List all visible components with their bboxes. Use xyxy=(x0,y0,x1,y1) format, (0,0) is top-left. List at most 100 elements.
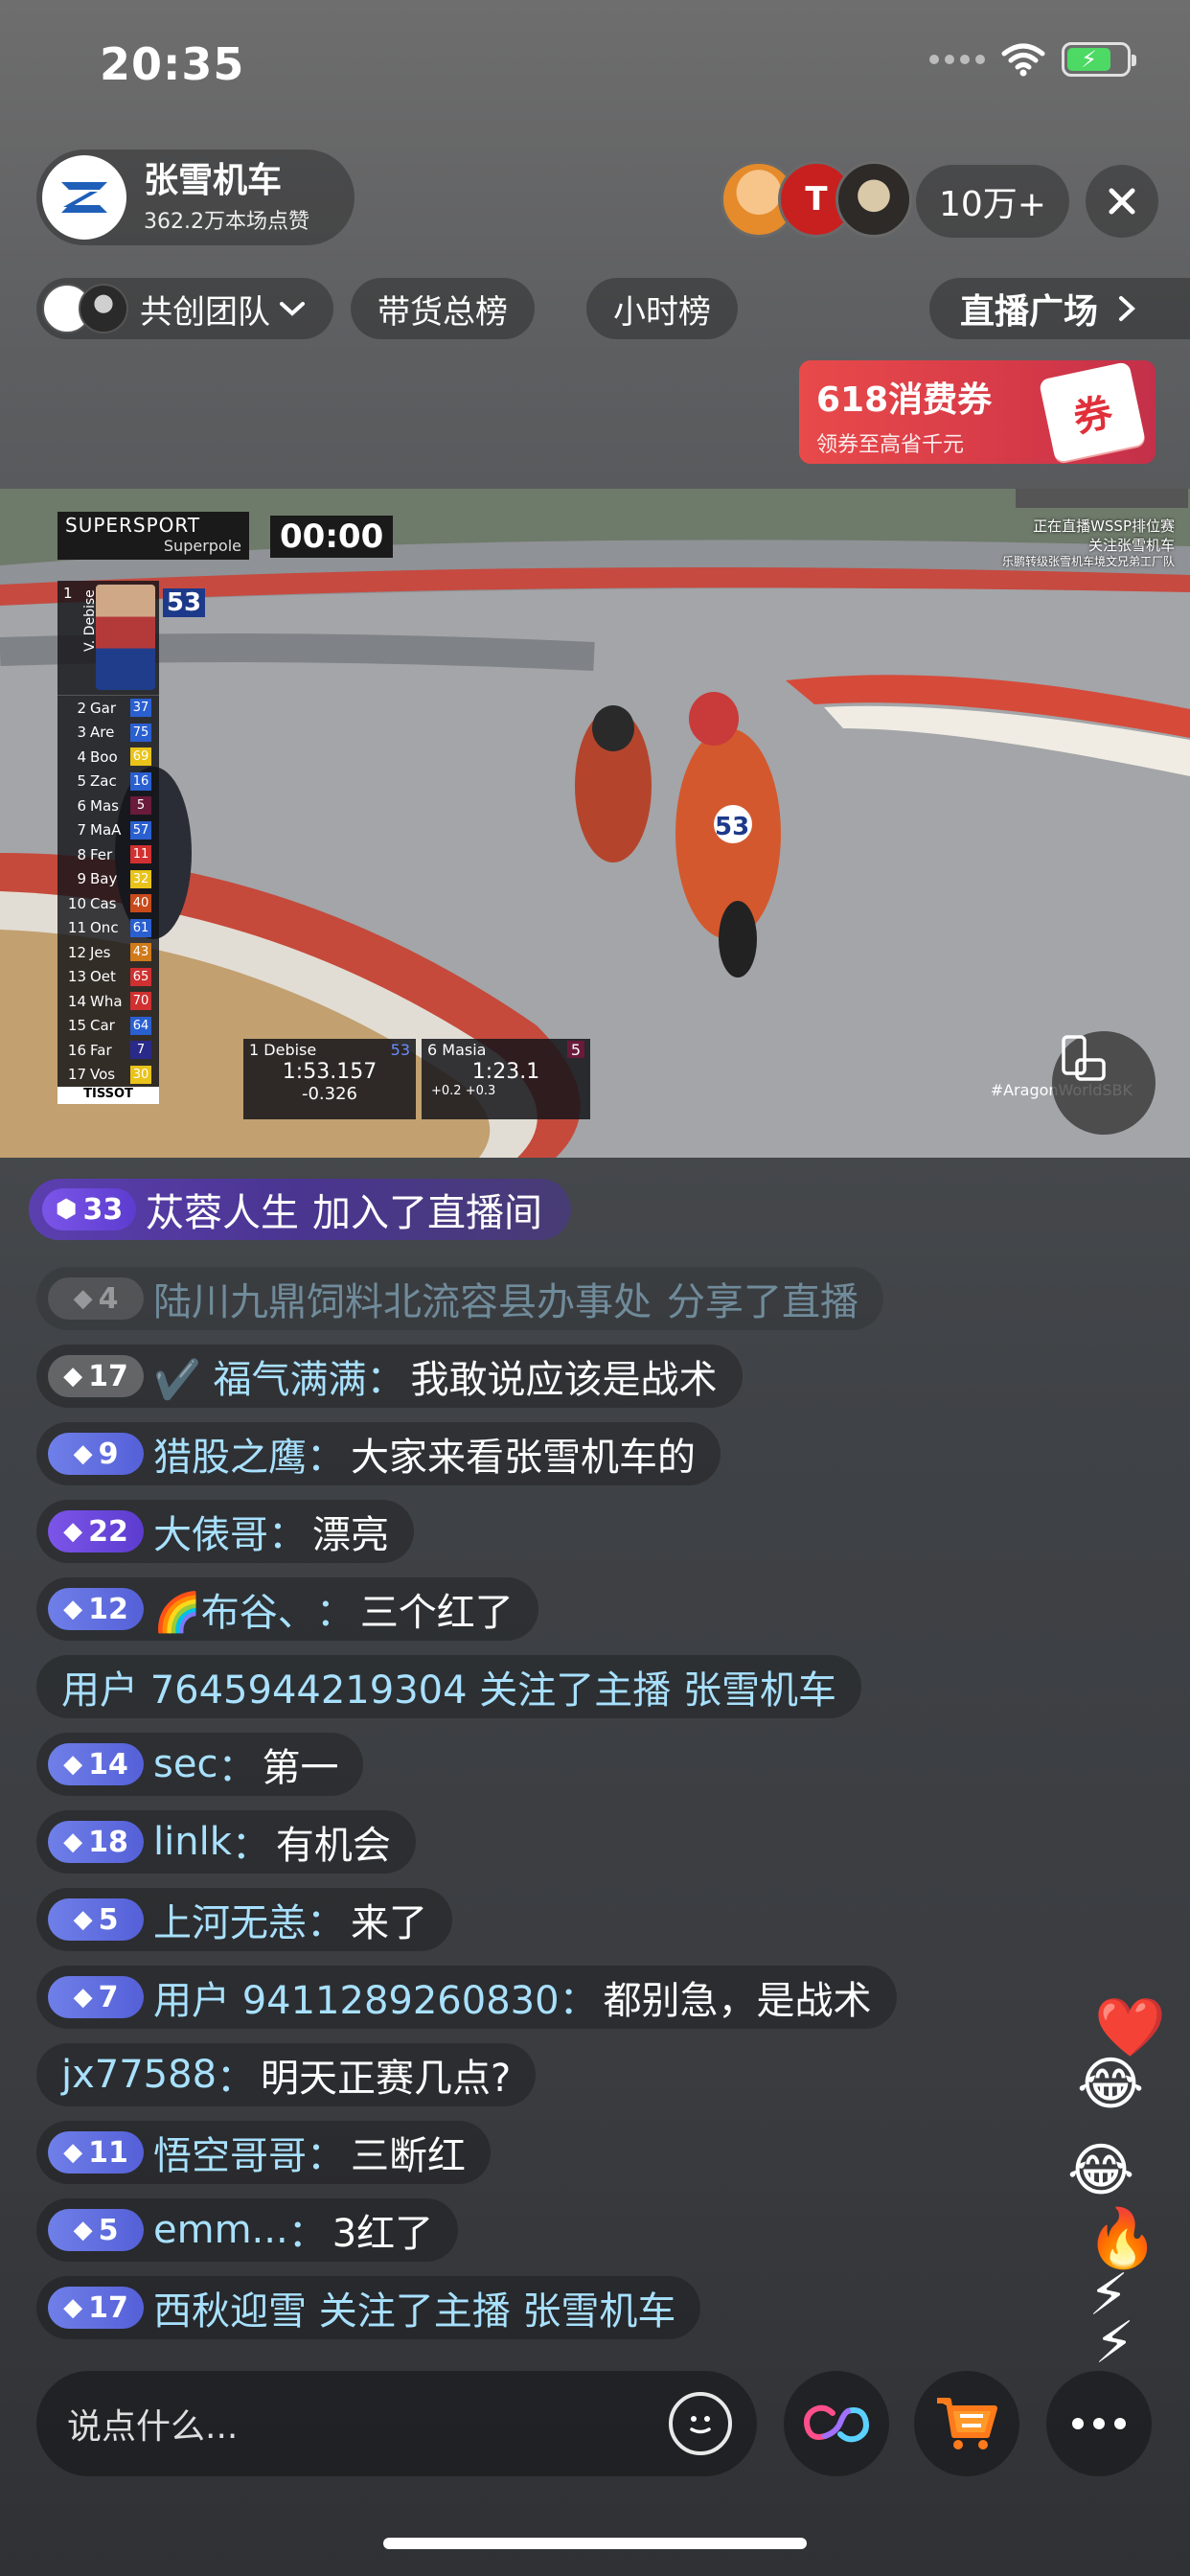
level-badge: ◆ 17 xyxy=(48,2287,144,2329)
gem-icon: ◆ xyxy=(63,1595,83,1623)
gem-icon: ◆ xyxy=(73,1284,93,1313)
chat-message[interactable]: ◆ 7 用户 9411289260830：都别急，是战术 xyxy=(36,1966,897,2029)
chat-message[interactable]: ◆ 5 上河无恙：来了 xyxy=(36,1888,452,1951)
team-chip[interactable]: 共创团队 xyxy=(36,278,333,339)
sales-rank-label: 带货总榜 xyxy=(378,292,508,332)
status-time: 20:35 xyxy=(100,38,245,90)
chevron-right-icon xyxy=(1119,296,1135,321)
sales-rank-chip[interactable]: 带货总榜 xyxy=(351,278,535,339)
row-position: 3 xyxy=(77,724,86,742)
row-rider: Jes xyxy=(90,943,111,961)
chat-username[interactable]: 🌈布谷、 xyxy=(153,1581,316,1637)
row-position: 11 xyxy=(67,919,86,937)
level-number: 5 xyxy=(98,2213,119,2247)
row-position: 14 xyxy=(67,992,86,1010)
viewer-count[interactable]: 10万+ xyxy=(916,165,1069,238)
level-badge: ◆ 17 xyxy=(48,1355,144,1397)
row-number: 57 xyxy=(130,820,151,840)
chat-message[interactable]: ◆ 14 sec：第一 xyxy=(36,1733,364,1796)
chat-message[interactable]: ◆ 17 ✔️ 福气满满：我敢说应该是战术 xyxy=(36,1345,743,1408)
home-indicator[interactable] xyxy=(383,2538,807,2549)
chat-username[interactable]: 用户 9411289260830 xyxy=(153,1969,560,2025)
row-position: 5 xyxy=(77,772,86,791)
timing-right-number: 5 xyxy=(566,1041,584,1059)
coupon-banner[interactable]: 618消费券 领券至高省千元 券 xyxy=(799,360,1156,464)
join-user: 苁蓉人生 xyxy=(146,1191,299,1235)
row-position: 7 xyxy=(77,821,86,840)
chat-username[interactable]: 陆川九鼎饲料北流容县办事处 xyxy=(153,1271,652,1326)
chat-username[interactable]: 猎股之鹰 xyxy=(153,1426,307,1482)
live-video[interactable]: SUPERSPORT Superpole 00:00 1 V. Debise 5… xyxy=(0,489,1190,1158)
live-plaza-label: 直播广场 xyxy=(960,292,1099,332)
chat-message[interactable]: ◆ 4 陆川九鼎饲料北流容县办事处 分享了直播 xyxy=(36,1267,883,1330)
host-card[interactable]: 张雪机车 362.2万本场点赞 xyxy=(36,150,355,245)
level-number: 22 xyxy=(88,1514,128,1549)
battery-icon: ⚡ xyxy=(1062,42,1136,77)
chat-username[interactable]: 上河无恙 xyxy=(153,1892,307,1947)
link-button[interactable] xyxy=(784,2371,889,2476)
row-position: 12 xyxy=(67,943,86,961)
chat-username[interactable]: 西秋迎雪 关注了主播 张雪机车 xyxy=(153,2280,675,2335)
gem-icon: ◆ xyxy=(63,2293,83,2322)
row-number: 32 xyxy=(130,869,151,888)
chat-username[interactable]: 用户 7645944219304 关注了主播 张雪机车 xyxy=(61,1659,836,1714)
chat-message[interactable]: jx77588：明天正赛几点? xyxy=(36,2043,537,2106)
chat-username[interactable]: ✔️ 福气满满 xyxy=(153,1348,367,1404)
gem-icon: ◆ xyxy=(63,1517,83,1546)
leaderboard-row: 4 Boo 69 xyxy=(57,745,159,770)
row-rider: Oet xyxy=(90,968,116,986)
emoji-button[interactable] xyxy=(669,2392,732,2455)
chat-username[interactable]: jx77588 xyxy=(61,2053,217,2097)
chat-username[interactable]: emm... xyxy=(153,2208,288,2252)
chat-username[interactable]: sec xyxy=(153,1742,217,1786)
chevron-down-icon xyxy=(280,302,305,316)
host-avatar[interactable] xyxy=(42,155,126,240)
row-number: 61 xyxy=(130,918,151,937)
level-badge: ◆ 7 xyxy=(48,1976,144,2018)
chat-message[interactable]: 用户 7645944219304 关注了主播 张雪机车 xyxy=(36,1655,861,1718)
level-number: 5 xyxy=(98,1902,119,1937)
cart-button[interactable] xyxy=(914,2371,1019,2476)
level-badge: ⬢ 33 xyxy=(42,1188,136,1230)
gem-icon: ◆ xyxy=(73,2216,93,2244)
leaderboard-rows: 2 Gar 37 3 Are 75 4 Boo 69 5 Zac 16 6 Mas 5 7 MaA 57 8 Fer 1… xyxy=(57,696,159,1087)
leaderboard-row: 5 Zac 16 xyxy=(57,770,159,794)
viewer-avatar[interactable] xyxy=(835,161,912,238)
chat-message[interactable]: ◆ 17 西秋迎雪 关注了主播 张雪机车 xyxy=(36,2276,701,2339)
zhangxue-logo-icon xyxy=(61,182,107,213)
close-button[interactable] xyxy=(1086,165,1158,238)
chat-message[interactable]: ◆ 12 🌈布谷、：三个红了 xyxy=(36,1577,538,1641)
comment-input[interactable]: 说点什么... xyxy=(36,2371,757,2476)
chat-username[interactable]: linlk xyxy=(153,1820,232,1864)
link-icon xyxy=(804,2404,869,2443)
chat-message[interactable]: ◆ 11 悟空哥哥：三断红 xyxy=(36,2121,491,2184)
chat-username[interactable]: 悟空哥哥 xyxy=(153,2125,307,2180)
row-number: 37 xyxy=(130,699,151,718)
leaderboard: 1 V. Debise 53 2 Gar 37 3 Are 75 4 Boo 69 5 Zac 16 6… xyxy=(57,581,205,1104)
leaderboard-row: 12 Jes 43 xyxy=(57,940,159,965)
level-badge: ◆ 22 xyxy=(48,1510,144,1552)
more-button[interactable] xyxy=(1046,2371,1152,2476)
chat-text: 漂亮 xyxy=(312,1513,389,1557)
chat-message[interactable]: ◆ 18 linlk：有机会 xyxy=(36,1810,416,1874)
session-name: Superpole xyxy=(163,537,241,555)
chat-message[interactable]: ◆ 5 emm...： 3红了 xyxy=(36,2198,459,2262)
row-number: 43 xyxy=(130,943,151,962)
gem-icon: ◆ xyxy=(63,1828,83,1856)
rotate-screen-button[interactable] xyxy=(1052,1031,1156,1135)
chat-separator: ： xyxy=(231,1824,270,1868)
chat-message[interactable]: ◆ 9 猎股之鹰：大家来看张雪机车的 xyxy=(36,1422,721,1485)
chat-username[interactable]: 大俵哥 xyxy=(153,1504,268,1559)
timing-left-gap: -0.326 xyxy=(301,1084,358,1104)
laugh-emoji-icon: 😂 xyxy=(1067,2137,1135,2204)
chat-text: 三断红 xyxy=(351,2134,466,2178)
leaderboard-row: 10 Cas 40 xyxy=(57,891,159,916)
level-number: 17 xyxy=(88,2290,128,2325)
chat-message[interactable]: ◆ 22 大俵哥：漂亮 xyxy=(36,1500,414,1563)
row-number: 65 xyxy=(130,967,151,986)
viewer-avatars[interactable]: T xyxy=(721,161,912,238)
hour-rank-chip[interactable]: 小时榜 xyxy=(586,278,738,339)
live-plaza-chip[interactable]: 直播广场 xyxy=(929,278,1190,339)
rider-number: 53 xyxy=(715,813,750,841)
row-rider: Boo xyxy=(90,748,118,766)
